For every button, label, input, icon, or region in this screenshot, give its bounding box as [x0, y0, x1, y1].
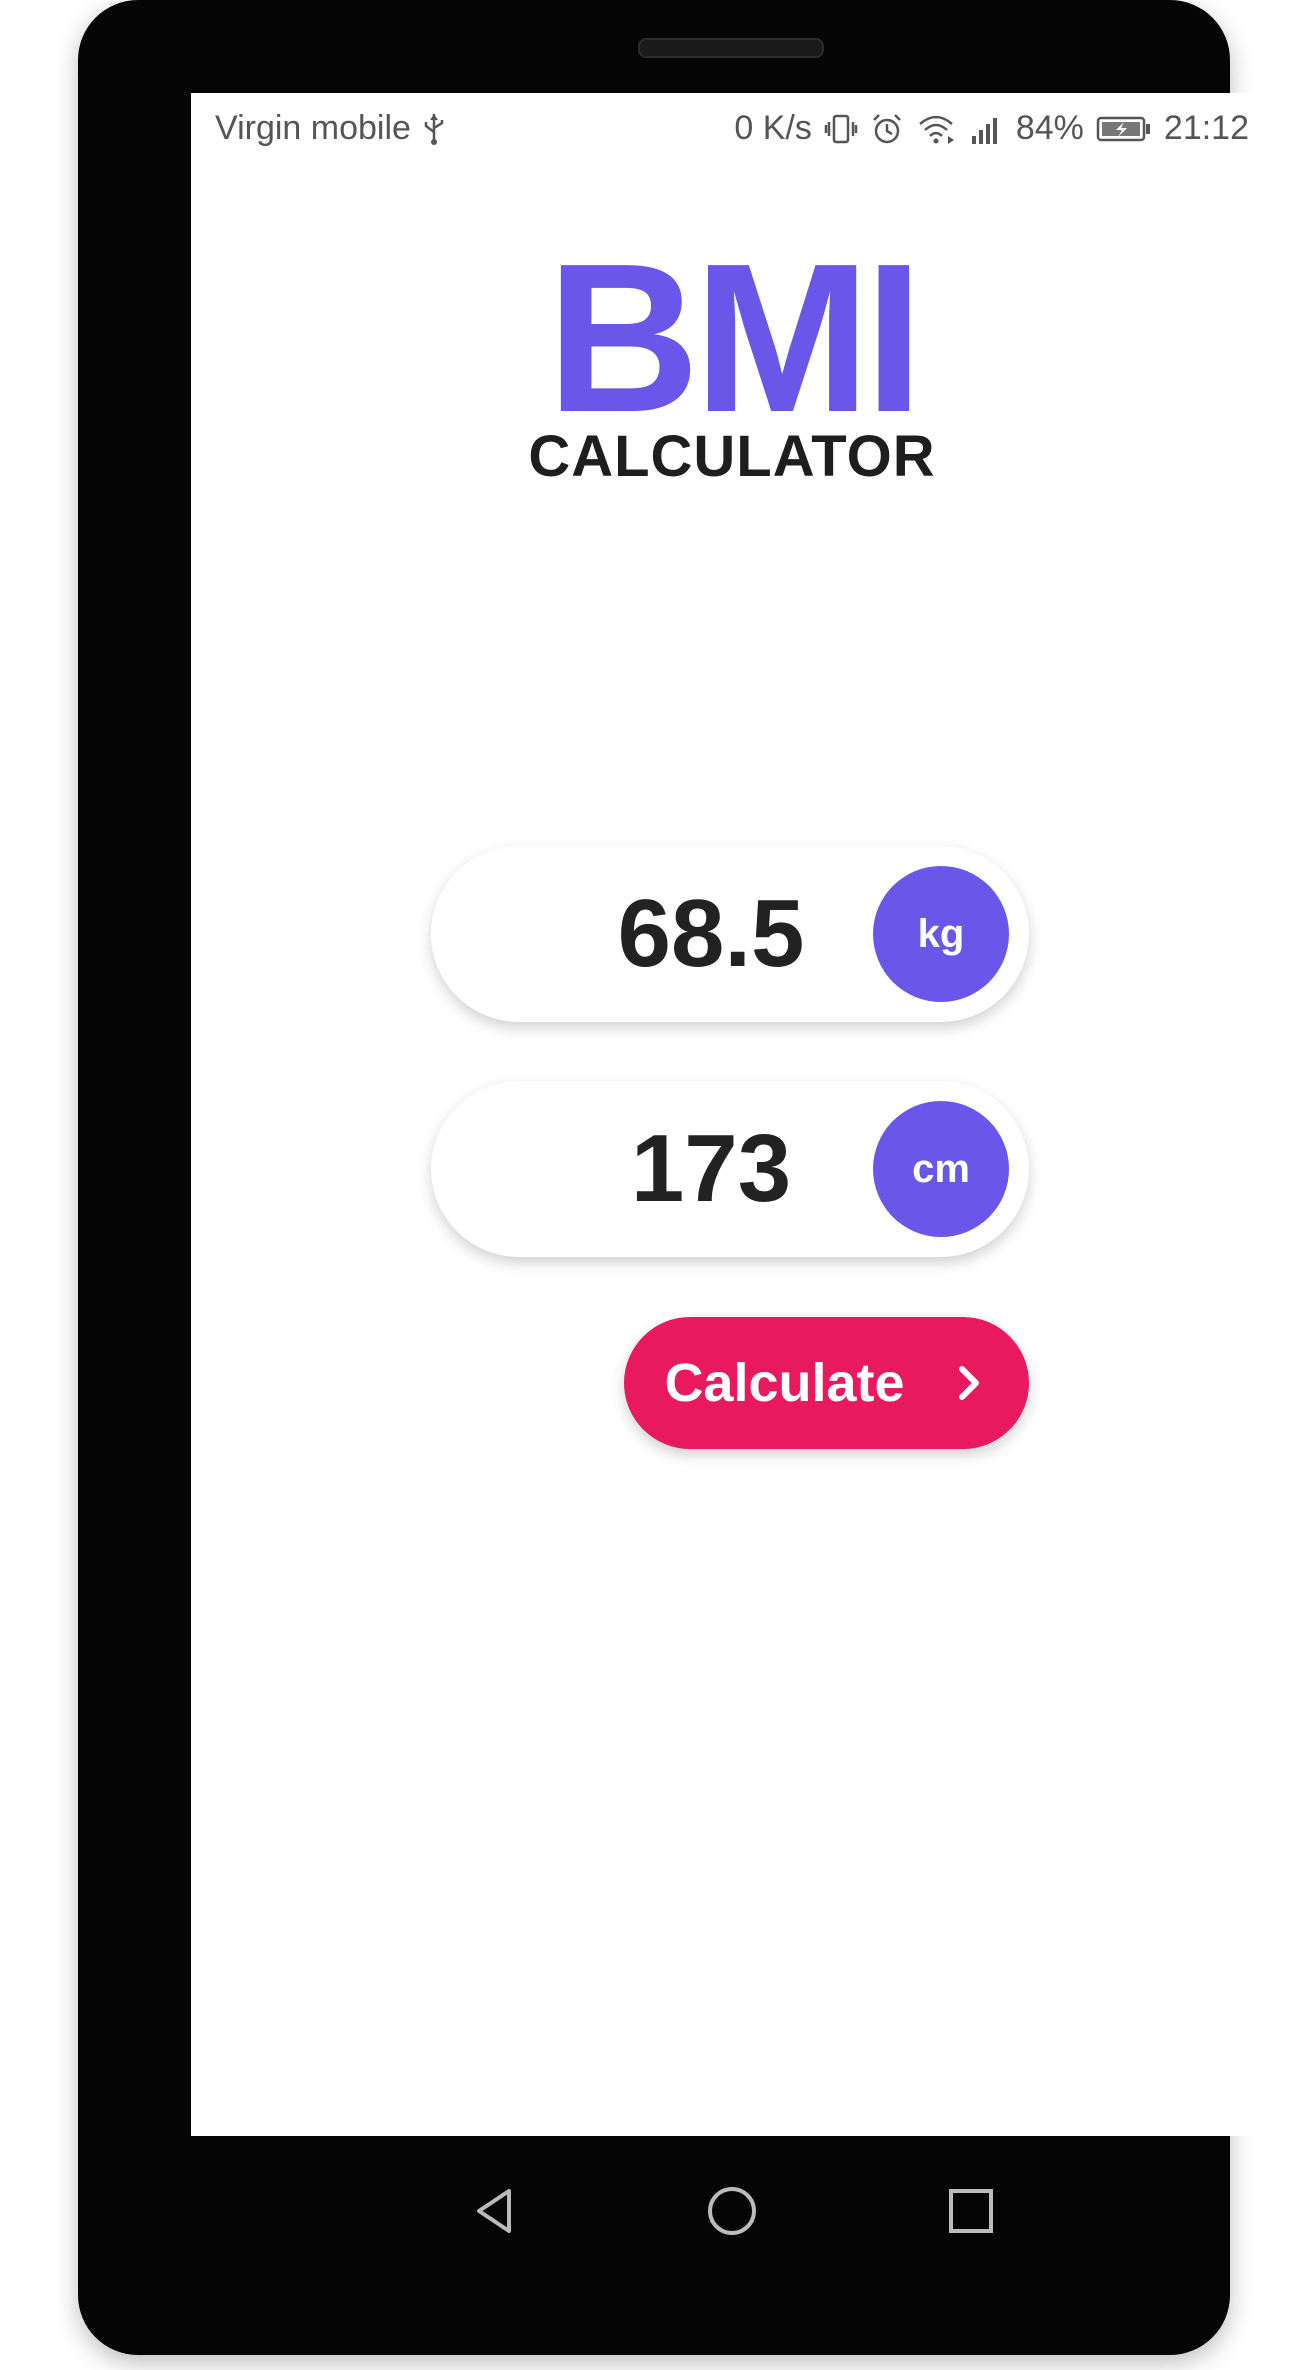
carrier-name: Virgin mobile — [215, 109, 411, 147]
earpiece-speaker — [638, 38, 824, 58]
chevron-right-icon — [949, 1363, 989, 1403]
status-icons: 0 K/s 84% 21:12 — [734, 109, 1249, 148]
phone-frame: Virgin mobile 0 K/s 84% 21:12 BMI CALCUL… — [78, 0, 1273, 2355]
vibrate-icon — [824, 111, 858, 147]
carrier-info: Virgin mobile — [215, 109, 447, 148]
battery-icon — [1096, 111, 1152, 147]
height-unit-badge[interactable]: cm — [873, 1101, 1009, 1237]
logo-subtitle: CALCULATOR — [528, 424, 936, 489]
height-input[interactable]: 173 — [551, 1081, 871, 1257]
alarm-icon — [870, 111, 904, 147]
app-logo: BMI CALCULATOR — [191, 219, 1273, 489]
home-icon[interactable] — [692, 2171, 772, 2251]
weight-unit-badge[interactable]: kg — [873, 866, 1009, 1002]
back-icon[interactable] — [455, 2171, 535, 2251]
clock: 21:12 — [1163, 109, 1249, 147]
signal-icon — [968, 111, 1004, 147]
status-bar: Virgin mobile 0 K/s 84% 21:12 — [191, 93, 1273, 173]
navigation-bar — [191, 2136, 1273, 2286]
recents-icon[interactable] — [931, 2171, 1011, 2251]
calculate-button[interactable]: Calculate — [624, 1317, 1029, 1449]
logo-title: BMI — [546, 219, 924, 456]
net-speed: 0 K/s — [734, 109, 812, 147]
weight-input[interactable]: 68.5 — [551, 846, 871, 1022]
calculate-button-label: Calculate — [664, 1353, 905, 1413]
app-screen: Virgin mobile 0 K/s 84% 21:12 BMI CALCUL… — [191, 93, 1273, 2136]
weight-field[interactable]: 68.5 kg — [431, 846, 1029, 1022]
usb-icon — [421, 111, 447, 147]
height-field[interactable]: 173 cm — [431, 1081, 1029, 1257]
battery-percent: 84% — [1015, 109, 1084, 147]
wifi-icon — [916, 111, 956, 147]
